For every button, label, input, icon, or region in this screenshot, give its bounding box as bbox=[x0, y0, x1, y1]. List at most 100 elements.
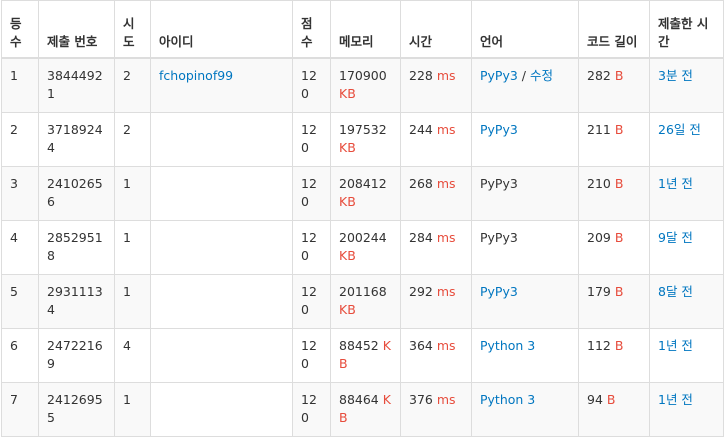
cell-tries: 4 bbox=[114, 327, 151, 383]
cell-memory: 88452 KB bbox=[330, 327, 401, 383]
cell-user-id bbox=[150, 165, 293, 221]
header-submit-id: 제출 번호 bbox=[38, 0, 115, 59]
time-unit: ms bbox=[436, 229, 456, 245]
submitted-time-link[interactable]: 26일 전 bbox=[658, 122, 701, 137]
time-unit: ms bbox=[436, 121, 456, 137]
table-row: 7 24126955 1 120 88464 KB 376 ms Python 3 94 B1… bbox=[1, 381, 724, 437]
cell-code-length: 112 B bbox=[578, 327, 650, 383]
language-link[interactable]: PyPy3 bbox=[480, 284, 518, 299]
code-length-unit: B bbox=[614, 175, 624, 191]
memory-value: 88452 bbox=[339, 337, 379, 353]
cell-score: 120 bbox=[292, 327, 331, 383]
code-length-value: 282 bbox=[587, 68, 611, 83]
memory-value: 201168 bbox=[339, 283, 387, 299]
language-text: PyPy3 bbox=[480, 175, 518, 191]
cell-time: 376 ms bbox=[400, 381, 472, 437]
language-link[interactable]: PyPy3 bbox=[480, 68, 518, 83]
cell-submitted-time: 1년 전 bbox=[649, 165, 724, 221]
language-link[interactable]: Python 3 bbox=[480, 392, 535, 407]
time-unit: ms bbox=[436, 337, 456, 353]
cell-score: 120 bbox=[292, 111, 331, 167]
cell-time: 364 ms bbox=[400, 327, 472, 383]
cell-user-id bbox=[150, 111, 293, 167]
cell-language: Python 3 bbox=[471, 381, 579, 437]
cell-memory: 200244 KB bbox=[330, 219, 401, 275]
header-score: 점수 bbox=[292, 0, 331, 59]
time-unit: ms bbox=[436, 68, 456, 83]
cell-code-length: 211 B bbox=[578, 111, 650, 167]
code-length-value: 211 bbox=[587, 121, 611, 137]
memory-unit: KB bbox=[339, 247, 356, 263]
cell-rank: 5 bbox=[1, 273, 39, 329]
memory-unit: KB bbox=[339, 301, 356, 317]
edit-link[interactable]: 수정 bbox=[530, 68, 553, 83]
code-length-value: 179 bbox=[587, 283, 611, 299]
cell-code-length: 209 B bbox=[578, 219, 650, 275]
cell-user-id bbox=[150, 219, 293, 275]
user-id-link[interactable]: fchopinof99 bbox=[159, 68, 233, 83]
cell-language: Python 3 bbox=[471, 327, 579, 383]
code-length-unit: B bbox=[614, 229, 624, 245]
table-body: 1 38444921 2 fchopinof99 120 170900 KB 228 ms P… bbox=[1, 57, 724, 437]
cell-tries: 1 bbox=[114, 165, 151, 221]
cell-memory: 208412 KB bbox=[330, 165, 401, 221]
cell-code-length: 94 B bbox=[578, 381, 650, 437]
cell-time: 244 ms bbox=[400, 111, 472, 167]
code-length-unit: B bbox=[614, 337, 624, 353]
cell-rank: 1 bbox=[1, 57, 39, 113]
cell-submit-id: 24722169 bbox=[38, 327, 115, 383]
submitted-time-link[interactable]: 1년 전 bbox=[658, 338, 693, 353]
submitted-time-link[interactable]: 9달 전 bbox=[658, 230, 693, 245]
time-value: 244 bbox=[409, 121, 433, 137]
table-row: 3 24102656 1 120 208412 KB 268 ms PyPy3 210 B 1년… bbox=[1, 165, 724, 221]
cell-user-id bbox=[150, 381, 293, 437]
time-unit: ms bbox=[436, 391, 456, 407]
memory-unit: KB bbox=[339, 139, 356, 155]
cell-submitted-time: 9달 전 bbox=[649, 219, 724, 275]
cell-user-id: fchopinof99 bbox=[150, 57, 293, 113]
code-length-value: 112 bbox=[587, 337, 611, 353]
memory-value: 197532 bbox=[339, 121, 387, 137]
time-value: 364 bbox=[409, 337, 433, 353]
memory-unit: KB bbox=[339, 193, 356, 209]
submitted-time-link[interactable]: 1년 전 bbox=[658, 176, 693, 191]
cell-tries: 1 bbox=[114, 273, 151, 329]
status-table: 등수 제출 번호 시도 아이디 점수 메모리 시간 언어 코드 길이 제출한 시… bbox=[1, 0, 724, 437]
time-value: 284 bbox=[409, 229, 433, 245]
cell-language: PyPy3 bbox=[471, 111, 579, 167]
submitted-time-link[interactable]: 1년 전 bbox=[658, 392, 693, 407]
time-unit: ms bbox=[436, 175, 456, 191]
cell-submitted-time: 3분 전 bbox=[649, 57, 724, 113]
header-code-length: 코드 길이 bbox=[578, 0, 650, 59]
header-user-id: 아이디 bbox=[150, 0, 293, 59]
time-unit: ms bbox=[436, 283, 456, 299]
cell-language: PyPy3 bbox=[471, 165, 579, 221]
submitted-time-link[interactable]: 3분 전 bbox=[658, 68, 693, 83]
cell-score: 120 bbox=[292, 165, 331, 221]
cell-submitted-time: 26일 전 bbox=[649, 111, 724, 167]
cell-score: 120 bbox=[292, 219, 331, 275]
language-link[interactable]: PyPy3 bbox=[480, 122, 518, 137]
cell-time: 292 ms bbox=[400, 273, 472, 329]
time-value: 376 bbox=[409, 391, 433, 407]
cell-memory: 197532 KB bbox=[330, 111, 401, 167]
cell-memory: 170900 KB bbox=[330, 57, 401, 113]
cell-submit-id: 24102656 bbox=[38, 165, 115, 221]
cell-submit-id: 28529518 bbox=[38, 219, 115, 275]
memory-value: 88464 bbox=[339, 391, 379, 407]
header-tries: 시도 bbox=[114, 0, 151, 59]
submitted-time-link[interactable]: 8달 전 bbox=[658, 284, 693, 299]
time-value: 268 bbox=[409, 175, 433, 191]
header-rank: 등수 bbox=[1, 0, 39, 59]
code-length-value: 94 bbox=[587, 391, 603, 407]
memory-value: 208412 bbox=[339, 175, 387, 191]
memory-unit: KB bbox=[339, 86, 356, 101]
code-length-unit: B bbox=[614, 283, 624, 299]
language-separator: / bbox=[517, 68, 530, 83]
time-value: 228 bbox=[409, 68, 433, 83]
cell-user-id bbox=[150, 273, 293, 329]
language-link[interactable]: Python 3 bbox=[480, 338, 535, 353]
cell-rank: 3 bbox=[1, 165, 39, 221]
cell-submitted-time: 1년 전 bbox=[649, 327, 724, 383]
cell-language: PyPy3 bbox=[471, 219, 579, 275]
